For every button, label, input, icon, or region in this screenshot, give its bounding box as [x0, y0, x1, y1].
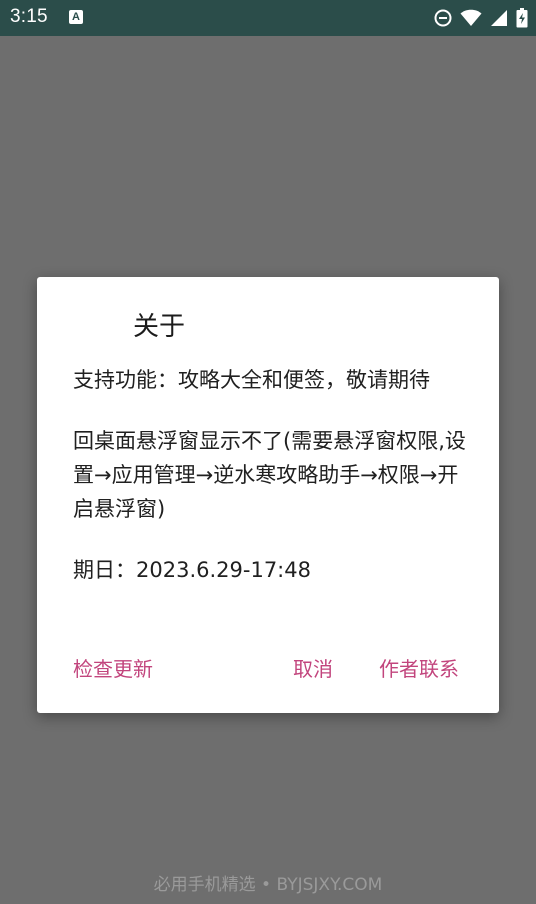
about-dialog: 关于 支持功能：攻略大全和便签，敬请期待 回桌面悬浮窗显示不了(需要悬浮窗权限,… — [37, 277, 499, 713]
watermark: 必用手机精选 • BYJSJXY.COM — [153, 875, 383, 895]
wifi-icon — [460, 9, 482, 27]
check-update-button[interactable]: 检查更新 — [73, 655, 153, 683]
battery-icon — [516, 8, 528, 28]
status-time: 3:15 — [10, 6, 48, 27]
feature-text: 支持功能：攻略大全和便签，敬请期待 — [73, 368, 430, 392]
status-bar: 3:15 A — [0, 0, 536, 36]
cancel-button[interactable]: 取消 — [293, 655, 333, 683]
contact-author-button[interactable]: 作者联系 — [379, 655, 459, 683]
do-not-disturb-icon — [434, 9, 452, 27]
cellular-signal-icon — [491, 10, 507, 26]
app-notification-icon: A — [69, 10, 83, 24]
date-text: 期日：2023.6.29-17:48 — [73, 558, 311, 582]
floating-window-help-text: 回桌面悬浮窗显示不了(需要悬浮窗权限,设置→应用管理→逆水寒攻略助手→权限→开启… — [73, 429, 466, 521]
dialog-title: 关于 — [133, 312, 186, 342]
status-icons — [434, 6, 528, 30]
dialog-message: 支持功能：攻略大全和便签，敬请期待 回桌面悬浮窗显示不了(需要悬浮窗权限,设置→… — [73, 363, 469, 587]
